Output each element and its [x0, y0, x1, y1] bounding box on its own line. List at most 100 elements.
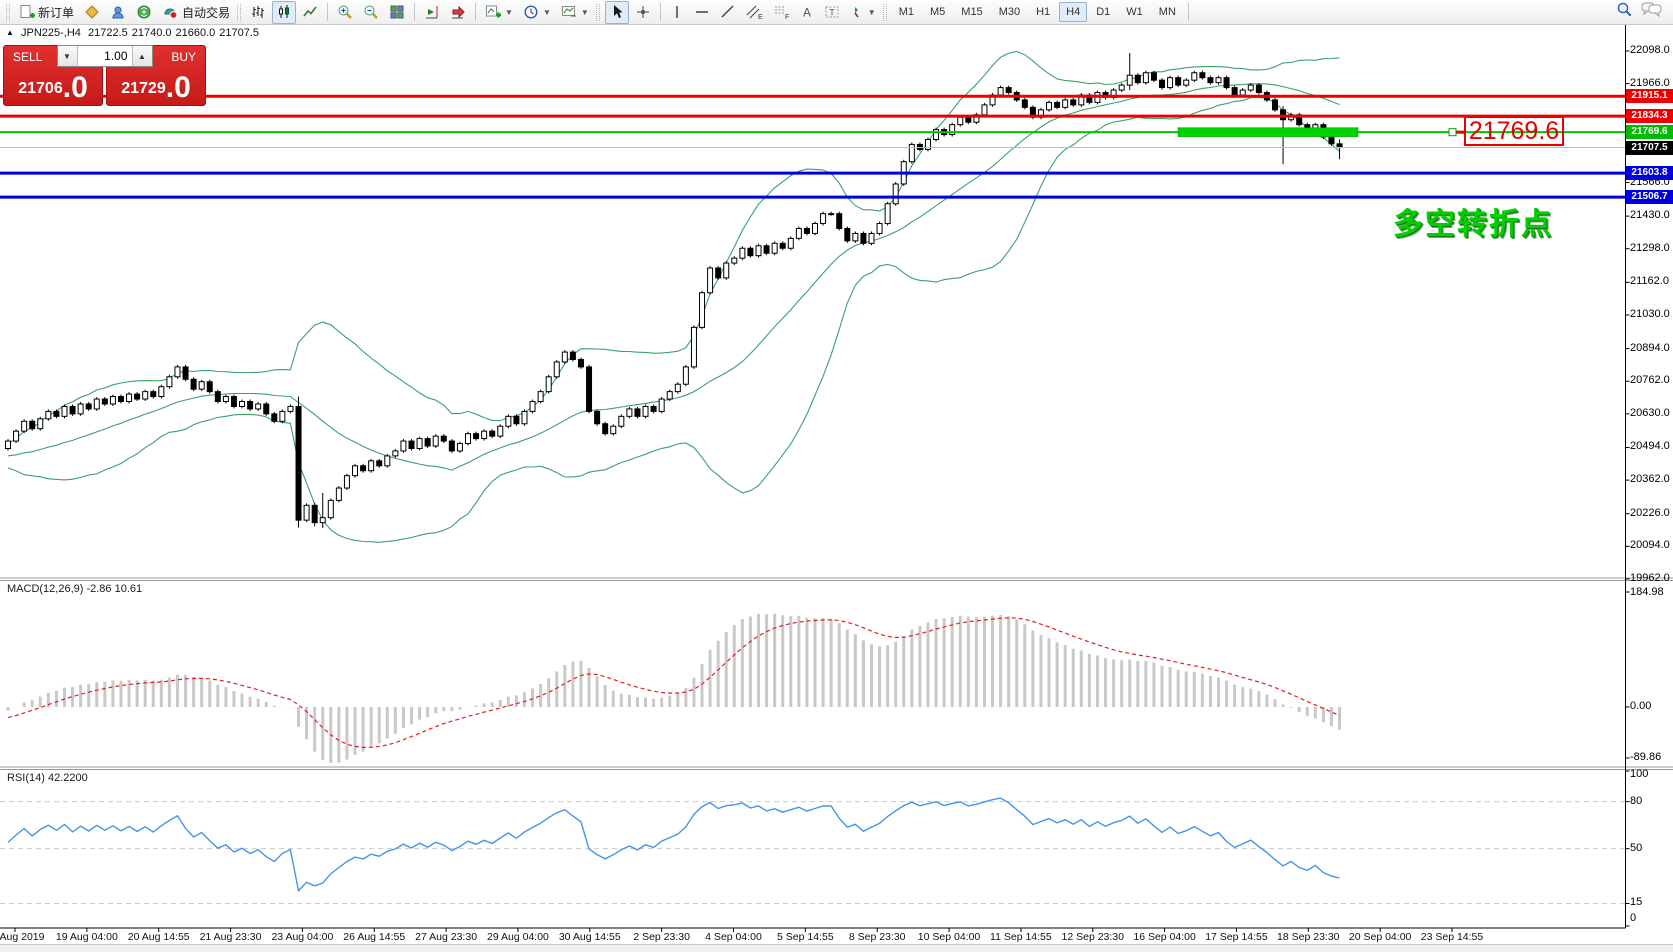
candlestick-chart-button[interactable] — [272, 1, 296, 24]
metaeditor-icon — [110, 4, 126, 20]
line-chart-icon — [302, 4, 318, 20]
green-zone-segment[interactable] — [1178, 128, 1358, 137]
tab-timeframe-MN[interactable]: MN — [1152, 2, 1183, 22]
horizontal-line-button[interactable] — [690, 1, 714, 24]
rsi-pane — [0, 798, 1625, 903]
price-tick-label: 22098.0 — [1630, 44, 1670, 56]
time-axis-label: 12 Sep 23:30 — [1062, 931, 1124, 943]
price-line-badge: 21834.3 — [1626, 109, 1673, 123]
time-axis-label: 15 Aug 2019 — [0, 931, 44, 943]
zoom-in-button[interactable] — [333, 1, 357, 24]
time-axis-label: 2 Sep 23:30 — [633, 931, 690, 943]
annotation-text[interactable]: 多空转折点 — [1393, 199, 1553, 243]
indicators-button[interactable]: ▼ — [481, 1, 517, 24]
time-axis-label: 16 Sep 04:00 — [1133, 931, 1195, 943]
line-chart-button[interactable] — [298, 1, 322, 24]
price-tick-label: 20094.0 — [1630, 539, 1670, 551]
chevron-down-icon: ▼ — [543, 8, 551, 17]
chat-icon[interactable] — [1641, 1, 1663, 23]
vertical-line-button[interactable] — [666, 1, 688, 24]
volume-decrease-button[interactable]: ▼ — [58, 46, 78, 66]
time-axis-label: 19 Aug 04:00 — [56, 931, 118, 943]
tab-timeframe-M15[interactable]: M15 — [954, 2, 989, 22]
bollinger-bands — [8, 51, 1340, 542]
chart-shift-button[interactable] — [420, 1, 444, 24]
bar-chart-button[interactable] — [246, 1, 270, 24]
periods-button[interactable]: ▼ — [519, 1, 555, 24]
clock-icon — [523, 4, 539, 20]
ohlc-open: 21722.5 — [88, 27, 128, 39]
auto-scroll-icon — [450, 4, 466, 20]
crosshair-button[interactable] — [631, 1, 655, 24]
price-tick-label: 20762.0 — [1630, 374, 1670, 386]
macd-pane-label: MACD(12,26,9) -2.86 10.61 — [7, 583, 142, 595]
macd-pane — [8, 614, 1340, 763]
zoom-in-icon — [337, 4, 353, 20]
auto-trading-button[interactable]: 自动交易 — [158, 1, 234, 24]
zoom-out-icon — [363, 4, 379, 20]
svg-text:A: A — [803, 6, 811, 20]
rsi-pane-label: RSI(14) 42.2200 — [7, 772, 88, 784]
search-icon[interactable] — [1616, 1, 1633, 23]
vertical-line-icon — [670, 4, 684, 20]
time-axis-label: 8 Sep 23:30 — [849, 931, 906, 943]
macd-tick-label: -89.86 — [1630, 751, 1661, 763]
volume-stepper: ▼ 1.00 ▲ — [57, 45, 153, 67]
text-label-button[interactable]: T — [820, 1, 844, 24]
tab-timeframe-M30[interactable]: M30 — [992, 2, 1027, 22]
time-axis-label: 30 Aug 14:55 — [559, 931, 621, 943]
equidistant-channel-button[interactable]: E — [742, 1, 767, 24]
price-tick-label: 20630.0 — [1630, 407, 1670, 419]
price-tick-label: 20226.0 — [1630, 507, 1670, 519]
chart-area[interactable] — [0, 0, 1673, 951]
time-axis-label: 18 Sep 23:30 — [1277, 931, 1339, 943]
price-tick-label: 21430.0 — [1630, 209, 1670, 221]
time-axis-label: 20 Aug 14:55 — [128, 931, 190, 943]
price-callout-box[interactable]: 21769.6 — [1464, 116, 1564, 146]
cursor-button[interactable] — [605, 1, 629, 24]
text-button[interactable]: A — [796, 1, 818, 24]
chart-ohlc-header: ▲ JPN225-,H4 21722.521740.021660.021707.… — [6, 27, 263, 39]
time-axis-label: 23 Aug 04:00 — [271, 931, 333, 943]
volume-increase-button[interactable]: ▲ — [132, 46, 152, 66]
tile-windows-button[interactable] — [385, 1, 409, 24]
market-watch-button[interactable] — [80, 1, 104, 24]
sell-price-main: 21706 — [18, 80, 63, 98]
metaeditor-button[interactable] — [106, 1, 130, 24]
signals-button[interactable] — [132, 1, 156, 24]
fibonacci-icon: F — [773, 4, 790, 20]
tab-timeframe-M1[interactable]: M1 — [892, 2, 921, 22]
time-axis-label: 5 Sep 14:55 — [777, 931, 834, 943]
fibonacci-button[interactable]: F — [769, 1, 794, 24]
zoom-out-button[interactable] — [359, 1, 383, 24]
auto-scroll-button[interactable] — [446, 1, 470, 24]
time-axis[interactable]: 15 Aug 201919 Aug 04:0020 Aug 14:5521 Au… — [0, 930, 1625, 944]
tab-timeframe-W1[interactable]: W1 — [1119, 2, 1150, 22]
line-handle[interactable] — [1449, 129, 1456, 136]
toolbar-separator — [1188, 3, 1189, 21]
templates-button[interactable]: ▼ — [557, 1, 593, 24]
toolbar-grip — [883, 4, 887, 21]
price-axis[interactable]: 22098.021966.021566.021430.021298.021162… — [1627, 0, 1673, 951]
new-order-label: 新订单 — [38, 4, 74, 21]
rsi-tick-label: 0 — [1630, 912, 1636, 924]
time-axis-label: 23 Sep 14:55 — [1421, 931, 1483, 943]
tab-timeframe-H4[interactable]: H4 — [1059, 2, 1087, 22]
arrows-button[interactable]: ▼ — [846, 1, 880, 24]
new-order-button[interactable]: 新订单 — [15, 1, 78, 24]
volume-input[interactable]: 1.00 — [78, 46, 132, 66]
toolbar-separator — [414, 3, 415, 21]
time-axis-label: 4 Sep 04:00 — [705, 931, 762, 943]
price-tick-label: 19962.0 — [1630, 572, 1670, 584]
tab-timeframe-D1[interactable]: D1 — [1089, 2, 1117, 22]
price-tick-label: 21298.0 — [1630, 242, 1670, 254]
time-axis-label: 11 Sep 14:55 — [990, 931, 1052, 943]
tab-timeframe-H1[interactable]: H1 — [1029, 2, 1057, 22]
ohlc-high: 21740.0 — [132, 27, 172, 39]
tab-timeframe-M5[interactable]: M5 — [923, 2, 952, 22]
trendline-button[interactable] — [716, 1, 740, 24]
price-tick-label: 20894.0 — [1630, 342, 1670, 354]
cursor-icon — [609, 4, 625, 20]
sell-label: SELL — [13, 50, 42, 64]
price-tick-label: 20362.0 — [1630, 473, 1670, 485]
